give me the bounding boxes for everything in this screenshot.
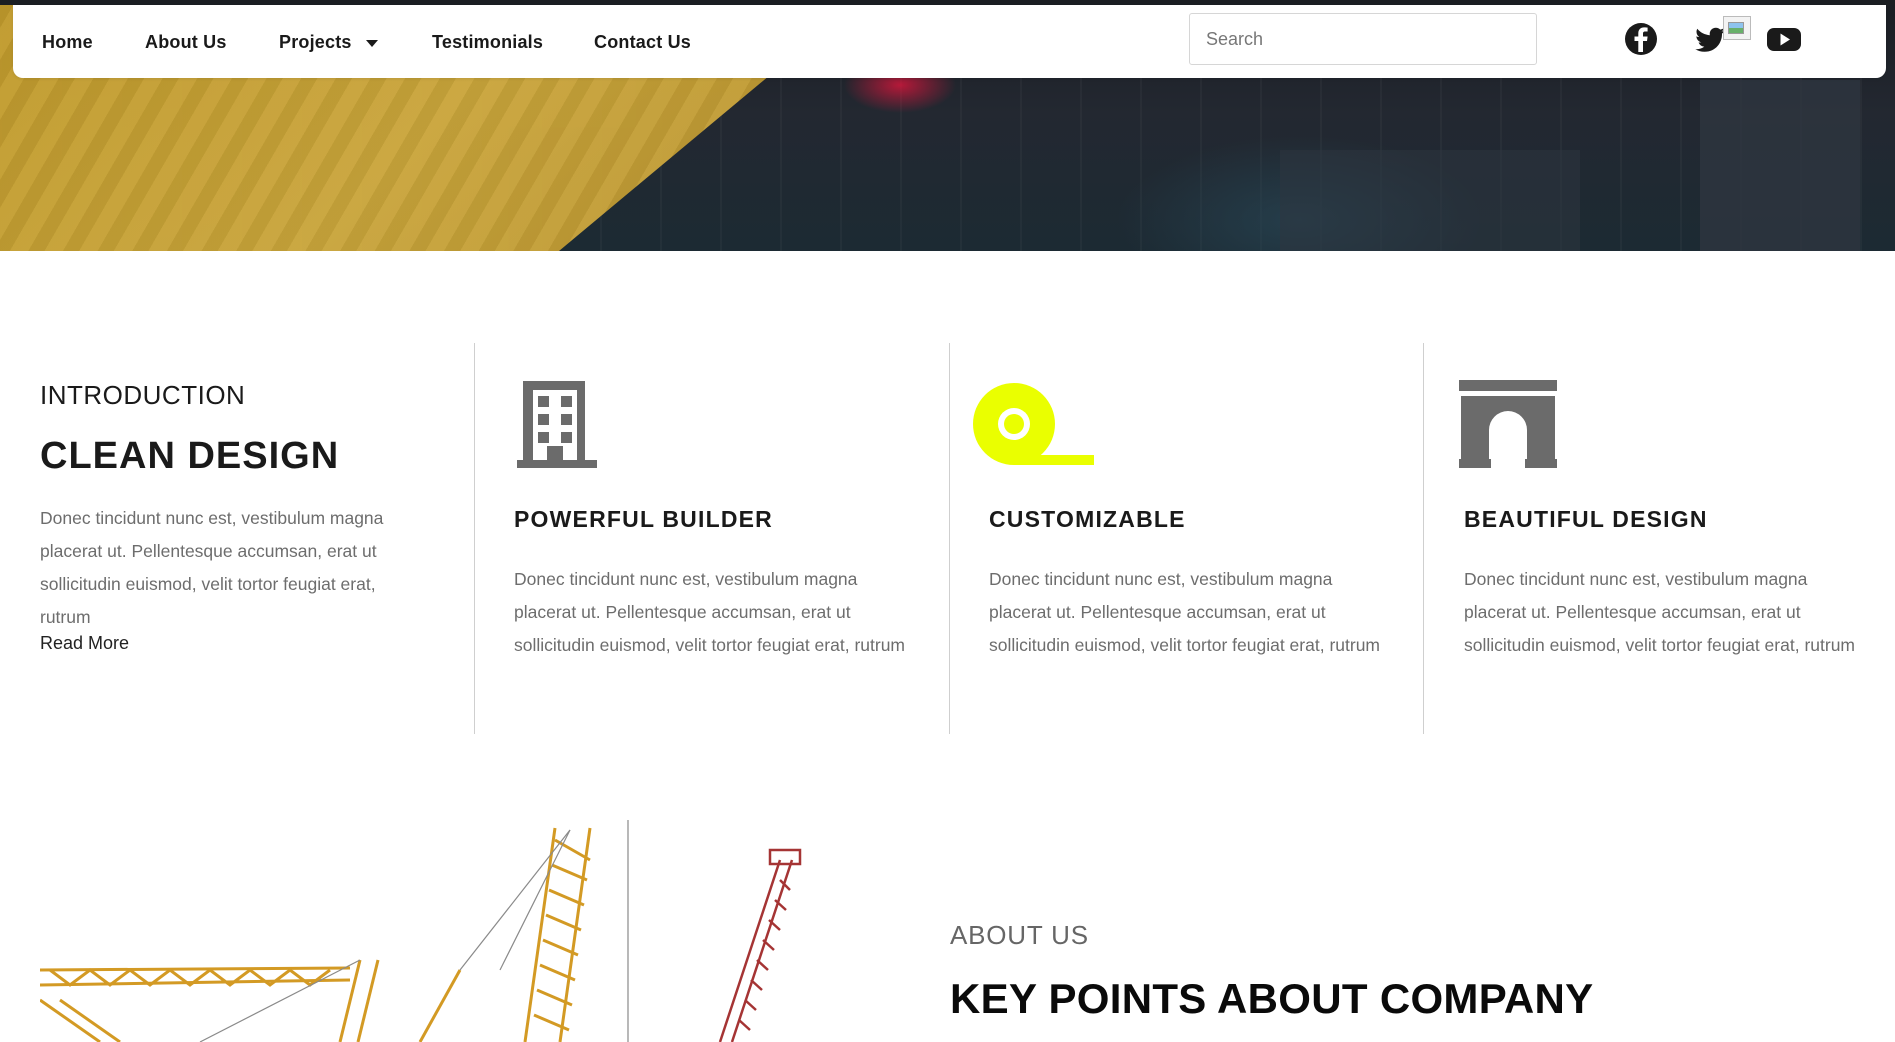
hero-building [1700, 80, 1860, 251]
intro-label: INTRODUCTION [40, 380, 246, 410]
feature-title-powerful-builder: POWERFUL BUILDER [514, 506, 773, 532]
nav-home[interactable]: Home [42, 32, 93, 53]
navbar: Home About Us Projects Testimonials Cont… [13, 5, 1886, 78]
column-divider [949, 343, 950, 734]
building-icon [517, 381, 597, 468]
feature-title-customizable: CUSTOMIZABLE [989, 506, 1186, 532]
youtube-icon[interactable] [1764, 19, 1804, 59]
nav-projects[interactable]: Projects [279, 32, 378, 53]
feature-title-beautiful-design: BEAUTIFUL DESIGN [1464, 506, 1708, 532]
feature-text: Donec tincidunt nunc est, vestibulum mag… [989, 569, 1380, 655]
about-label: ABOUT US [950, 920, 1089, 950]
intro-text: Donec tincidunt nunc est, vestibulum mag… [40, 508, 384, 627]
column-divider [474, 343, 475, 734]
tape-roll-icon [973, 383, 1094, 465]
nav-projects-label: Projects [279, 32, 352, 52]
intro-title: CLEAN DESIGN [40, 435, 340, 477]
hero-building [1280, 150, 1580, 251]
feature-text: Donec tincidunt nunc est, vestibulum mag… [1464, 569, 1855, 655]
nav-testimonials[interactable]: Testimonials [432, 32, 543, 53]
column-divider [1423, 343, 1424, 734]
caret-down-icon [365, 39, 378, 47]
facebook-icon[interactable] [1621, 19, 1661, 59]
arch-icon [1459, 380, 1557, 468]
feature-text: Donec tincidunt nunc est, vestibulum mag… [514, 569, 905, 655]
cranes-image [40, 820, 802, 1042]
nav-about-us[interactable]: About Us [145, 32, 227, 53]
search-input[interactable] [1189, 13, 1537, 65]
nav-contact-us[interactable]: Contact Us [594, 32, 691, 53]
read-more-link[interactable]: Read More [40, 633, 129, 654]
about-title: KEY POINTS ABOUT COMPANY [950, 975, 1594, 1022]
broken-image-icon [1723, 16, 1751, 40]
